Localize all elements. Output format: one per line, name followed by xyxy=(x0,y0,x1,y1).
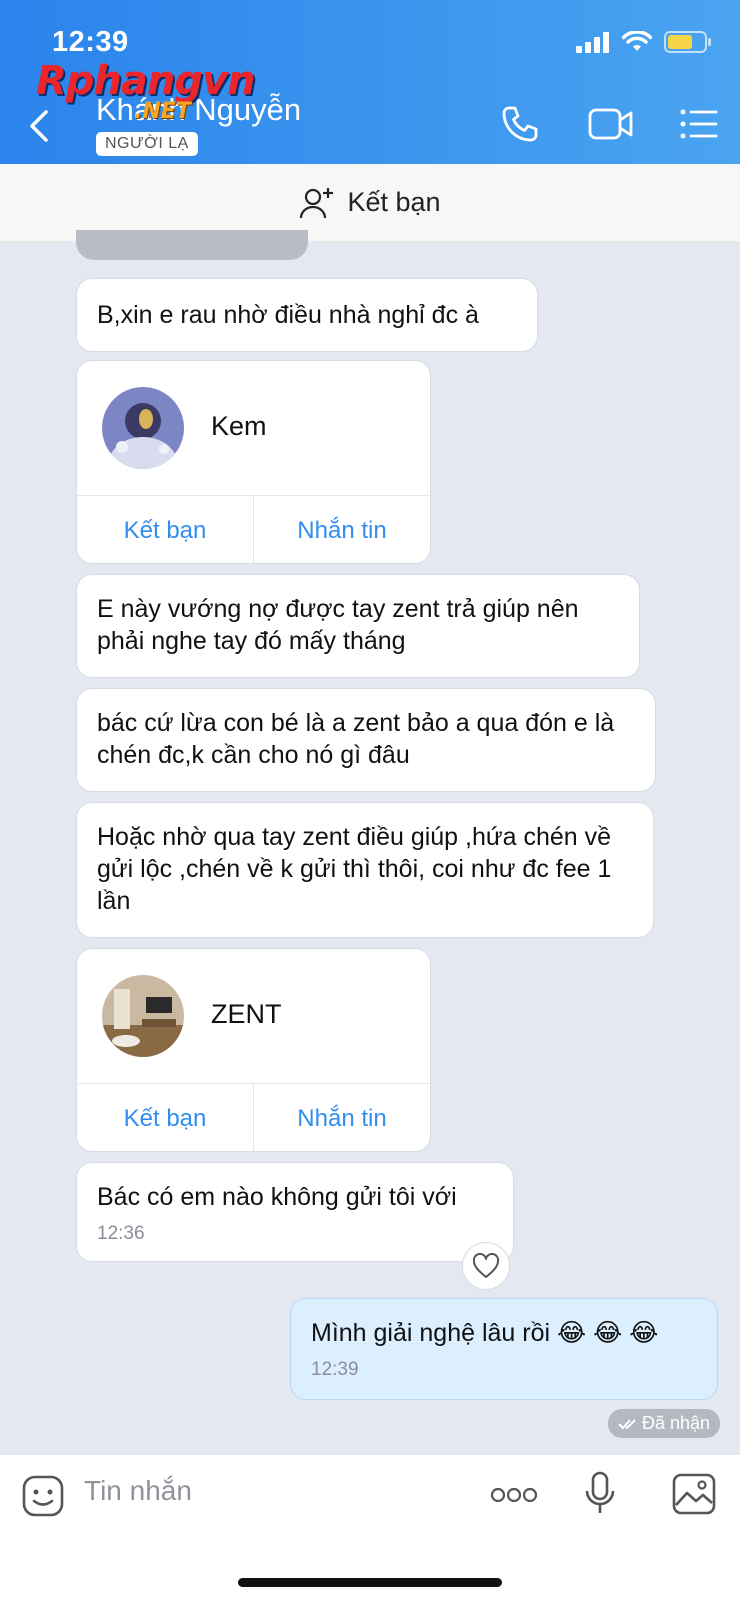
message-bubble[interactable]: Hoặc nhờ qua tay zent điều giúp ,hứa ché… xyxy=(76,802,654,938)
image-gallery-icon[interactable] xyxy=(672,1473,716,1515)
message-text: E này vướng nợ được tay zent trả giúp nê… xyxy=(97,595,579,655)
phone-call-icon[interactable] xyxy=(500,104,540,144)
message-text: B,xin e rau nhờ điều nhà nghỉ đc à xyxy=(97,301,479,329)
react-heart-button[interactable] xyxy=(462,1242,510,1290)
contact-card-zent[interactable]: ZENT Kết bạn Nhắn tin xyxy=(76,948,431,1152)
message-text: Bác có em nào không gửi tôi với xyxy=(97,1183,457,1211)
chat-header: 12:39 Khánh Nguyễn NGƯỜI LẠ Rphangvn .NE… xyxy=(0,0,740,164)
contact-card-name: ZENT xyxy=(211,999,282,1029)
message-input[interactable]: Tin nhắn xyxy=(84,1475,192,1507)
watermark-logo-suffix: .NET xyxy=(134,99,191,124)
message-bubble[interactable]: E này vướng nợ được tay zent trả giúp nê… xyxy=(76,574,640,678)
delivery-status-label: Đã nhận xyxy=(642,1413,711,1433)
status-icons xyxy=(576,30,712,54)
message-bubble[interactable]: bác cứ lừa con bé là a zent bảo a qua đó… xyxy=(76,688,656,792)
video-call-icon[interactable] xyxy=(588,106,634,142)
more-options-icon[interactable] xyxy=(490,1485,538,1505)
stranger-badge: NGƯỜI LẠ xyxy=(96,132,198,156)
message-time: 12:36 xyxy=(97,1223,145,1244)
message-text: bác cứ lừa con bé là a zent bảo a qua đó… xyxy=(97,709,615,769)
status-time: 12:39 xyxy=(52,26,129,58)
message-bubble[interactable]: Bác có em nào không gửi tôi với 12:36 xyxy=(76,1162,514,1262)
message-text: Hoặc nhờ qua tay zent điều giúp ,hứa ché… xyxy=(97,823,612,915)
previous-message-bubble xyxy=(76,230,308,260)
signal-icon xyxy=(576,32,609,53)
add-friend-button[interactable]: Kết bạn xyxy=(77,496,254,563)
my-message-bubble[interactable]: Mình giải nghệ lâu rồi 😂 😂 😂 12:39 xyxy=(290,1298,718,1400)
home-indicator xyxy=(238,1578,502,1587)
contact-card-actions: Kết bạn Nhắn tin xyxy=(77,495,430,563)
message-bubble[interactable]: B,xin e rau nhờ điều nhà nghỉ đc à xyxy=(76,278,538,352)
add-friend-label: Kết bạn xyxy=(347,187,441,217)
back-button[interactable] xyxy=(24,106,54,146)
microphone-icon[interactable] xyxy=(584,1471,616,1517)
battery-icon xyxy=(664,31,711,53)
message-text: Mình giải nghệ lâu rồi 😂 😂 😂 xyxy=(311,1319,659,1347)
delivery-status-badge: Đã nhận xyxy=(608,1409,721,1438)
menu-list-icon[interactable] xyxy=(680,108,718,140)
add-friend-icon xyxy=(300,187,334,218)
contact-card-name: Kem xyxy=(211,411,267,441)
sticker-icon[interactable] xyxy=(22,1475,64,1517)
send-message-button[interactable]: Nhắn tin xyxy=(254,496,430,563)
watermark-logo: Rphangvn xyxy=(36,58,256,104)
send-message-button[interactable]: Nhắn tin xyxy=(254,1084,430,1151)
heart-icon xyxy=(472,1253,500,1278)
contact-card-kem[interactable]: Kem Kết bạn Nhắn tin xyxy=(76,360,431,564)
wifi-icon xyxy=(622,31,652,51)
add-friend-button[interactable]: Kết bạn xyxy=(77,1084,254,1151)
message-time: 12:39 xyxy=(311,1359,359,1380)
contact-card-actions: Kết bạn Nhắn tin xyxy=(77,1083,430,1151)
avatar xyxy=(102,387,184,469)
double-check-icon xyxy=(618,1418,636,1429)
avatar xyxy=(102,975,184,1057)
